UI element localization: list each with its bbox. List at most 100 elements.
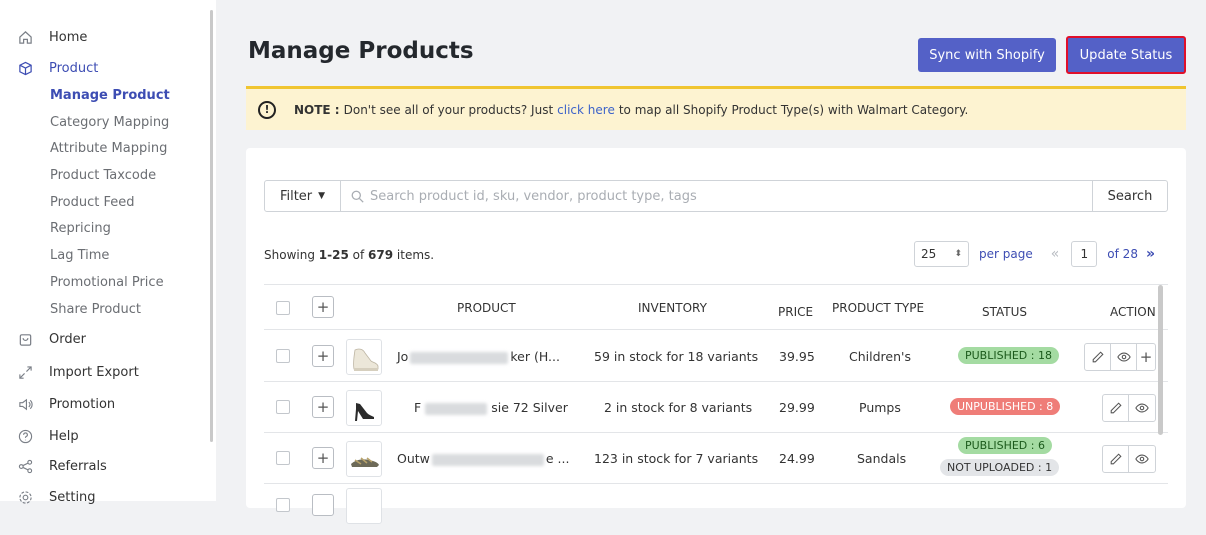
sidebar-item-help[interactable]: Help: [14, 427, 79, 445]
filter-label: Filter: [279, 188, 313, 204]
megaphone-icon: [14, 395, 36, 413]
per-page-label: per page: [979, 247, 1033, 261]
help-icon: [14, 427, 36, 445]
edit-icon[interactable]: [1103, 395, 1129, 421]
expand-row-button[interactable]: [312, 494, 334, 516]
search-input[interactable]: [370, 188, 1092, 204]
product-name[interactable]: Outw e ...: [397, 451, 569, 466]
row-checkbox[interactable]: [276, 400, 290, 414]
row-checkbox[interactable]: [276, 451, 290, 465]
sidebar-item-referrals[interactable]: Referrals: [14, 457, 107, 475]
sidebar-item-promotion[interactable]: Promotion: [14, 395, 115, 413]
product-type-value: Children's: [849, 349, 911, 364]
update-status-button[interactable]: Update Status: [1066, 36, 1186, 74]
pagination: 25 ⬍ per page « 1 of 28 »: [914, 240, 1155, 268]
sidebar-subitem-manage-product[interactable]: Manage Product: [50, 88, 170, 103]
header-product-type[interactable]: PRODUCT TYPE: [832, 301, 924, 315]
heel-image-icon: [355, 403, 374, 421]
row-checkbox[interactable]: [276, 498, 290, 512]
table-row[interactable]: + Fsie 72 Silver 2 in stock for 8 varian…: [264, 382, 1168, 433]
table-row[interactable]: [264, 484, 1168, 535]
sidebar-subitem-lag-time[interactable]: Lag Time: [50, 248, 109, 263]
edit-icon[interactable]: [1085, 344, 1111, 370]
table-row[interactable]: + Jo ker (H... 59 in stock for 18 variant…: [264, 331, 1168, 382]
sidebar-item-label: Promotion: [49, 396, 116, 412]
product-name[interactable]: Jo ker (H...: [397, 349, 560, 364]
share-icon: [14, 457, 36, 475]
sidebar-subitem-share-product[interactable]: Share Product: [50, 302, 141, 317]
status-badge: PUBLISHED : 6: [958, 437, 1052, 454]
click-here-link[interactable]: click here: [557, 103, 615, 117]
sidebar-item-home[interactable]: Home: [14, 28, 87, 46]
product-thumbnail: [346, 441, 382, 477]
row-actions: [1102, 394, 1156, 422]
per-page-select[interactable]: 25 ⬍: [914, 241, 969, 267]
sidebar-scrollbar[interactable]: [210, 10, 213, 442]
previous-page-icon[interactable]: «: [1051, 246, 1060, 262]
search-button[interactable]: Search: [1092, 181, 1167, 211]
sidebar-subitem-promotional-price[interactable]: Promotional Price: [50, 275, 164, 290]
page-count: of 28: [1107, 247, 1138, 261]
sidebar-item-order[interactable]: Order: [14, 330, 86, 348]
showing-range: 1-25: [318, 248, 349, 262]
table-row[interactable]: + Outw e ... 123 in stock for 7 variants …: [264, 433, 1168, 484]
filter-dropdown[interactable]: Filter ▼: [265, 181, 341, 211]
sidebar-item-label: Setting: [49, 489, 96, 505]
header-price[interactable]: PRICE: [778, 305, 813, 319]
sidebar-item-import-export[interactable]: Import Export: [14, 363, 139, 381]
expand-row-button[interactable]: +: [312, 345, 334, 367]
sidebar-item-setting[interactable]: Setting: [14, 488, 96, 506]
sidebar-subitem-product-taxcode[interactable]: Product Taxcode: [50, 168, 156, 183]
header-status[interactable]: STATUS: [982, 305, 1027, 319]
showing-suffix: items.: [396, 248, 435, 262]
update-status-label: Update Status: [1079, 47, 1173, 63]
select-all-checkbox[interactable]: [276, 301, 290, 315]
inventory-value: 59 in stock for 18 variants: [594, 349, 759, 364]
table-scrollbar[interactable]: [1158, 285, 1163, 435]
product-type-value: Pumps: [859, 400, 901, 415]
search-field[interactable]: [341, 181, 1092, 211]
product-thumbnail: [346, 390, 382, 426]
sidebar-item-label: Referrals: [49, 458, 107, 474]
sandal-image-icon: [351, 457, 379, 467]
view-icon[interactable]: [1129, 446, 1155, 472]
sidebar-subitem-attribute-mapping[interactable]: Attribute Mapping: [50, 141, 167, 156]
table-header: + PRODUCT INVENTORY PRICE PRODUCT TYPE S…: [264, 284, 1168, 330]
showing-total: 679: [368, 248, 394, 262]
header-product[interactable]: PRODUCT: [457, 301, 516, 315]
view-icon[interactable]: [1129, 395, 1155, 421]
expand-row-button[interactable]: +: [312, 396, 334, 418]
shoe-image-icon: [353, 348, 379, 371]
sidebar-item-label: Product: [49, 60, 99, 76]
sidebar-item-label: Import Export: [49, 364, 139, 380]
product-name[interactable]: Fsie 72 Silver: [414, 400, 568, 415]
expand-arrows-icon: [14, 363, 36, 381]
edit-icon[interactable]: [1103, 446, 1129, 472]
expand-all-button[interactable]: +: [312, 296, 334, 318]
search-icon: [351, 190, 364, 203]
note-banner: ! NOTE : Don't see all of your products?…: [246, 86, 1186, 130]
sidebar-item-label: Home: [49, 29, 88, 45]
inventory-value: 2 in stock for 8 variants: [604, 400, 753, 415]
sync-with-shopify-button[interactable]: Sync with Shopify: [918, 38, 1056, 72]
showing-count: Showing 1-25 of 679 items.: [264, 248, 434, 262]
status-badge: PUBLISHED : 18: [958, 347, 1059, 364]
box-icon: [14, 59, 36, 77]
add-icon[interactable]: +: [1137, 344, 1155, 370]
view-icon[interactable]: [1111, 344, 1137, 370]
product-type-value: Sandals: [857, 451, 907, 466]
expand-row-button[interactable]: +: [312, 447, 334, 469]
header-inventory[interactable]: INVENTORY: [638, 301, 707, 315]
per-page-value: 25: [921, 247, 937, 261]
row-checkbox[interactable]: [276, 349, 290, 363]
page-title: Manage Products: [248, 38, 474, 64]
sidebar-subitem-repricing[interactable]: Repricing: [50, 221, 111, 236]
product-thumbnail: [346, 339, 382, 375]
sidebar-item-product[interactable]: Product: [14, 59, 98, 77]
sidebar-subitem-category-mapping[interactable]: Category Mapping: [50, 115, 169, 130]
page-number-input[interactable]: 1: [1071, 241, 1098, 267]
sidebar-subitem-product-feed[interactable]: Product Feed: [50, 195, 135, 210]
search-bar: Filter ▼ Search: [264, 180, 1168, 212]
next-page-icon[interactable]: »: [1146, 246, 1155, 262]
main-content: Manage Products Sync with Shopify Update…: [216, 0, 1206, 524]
